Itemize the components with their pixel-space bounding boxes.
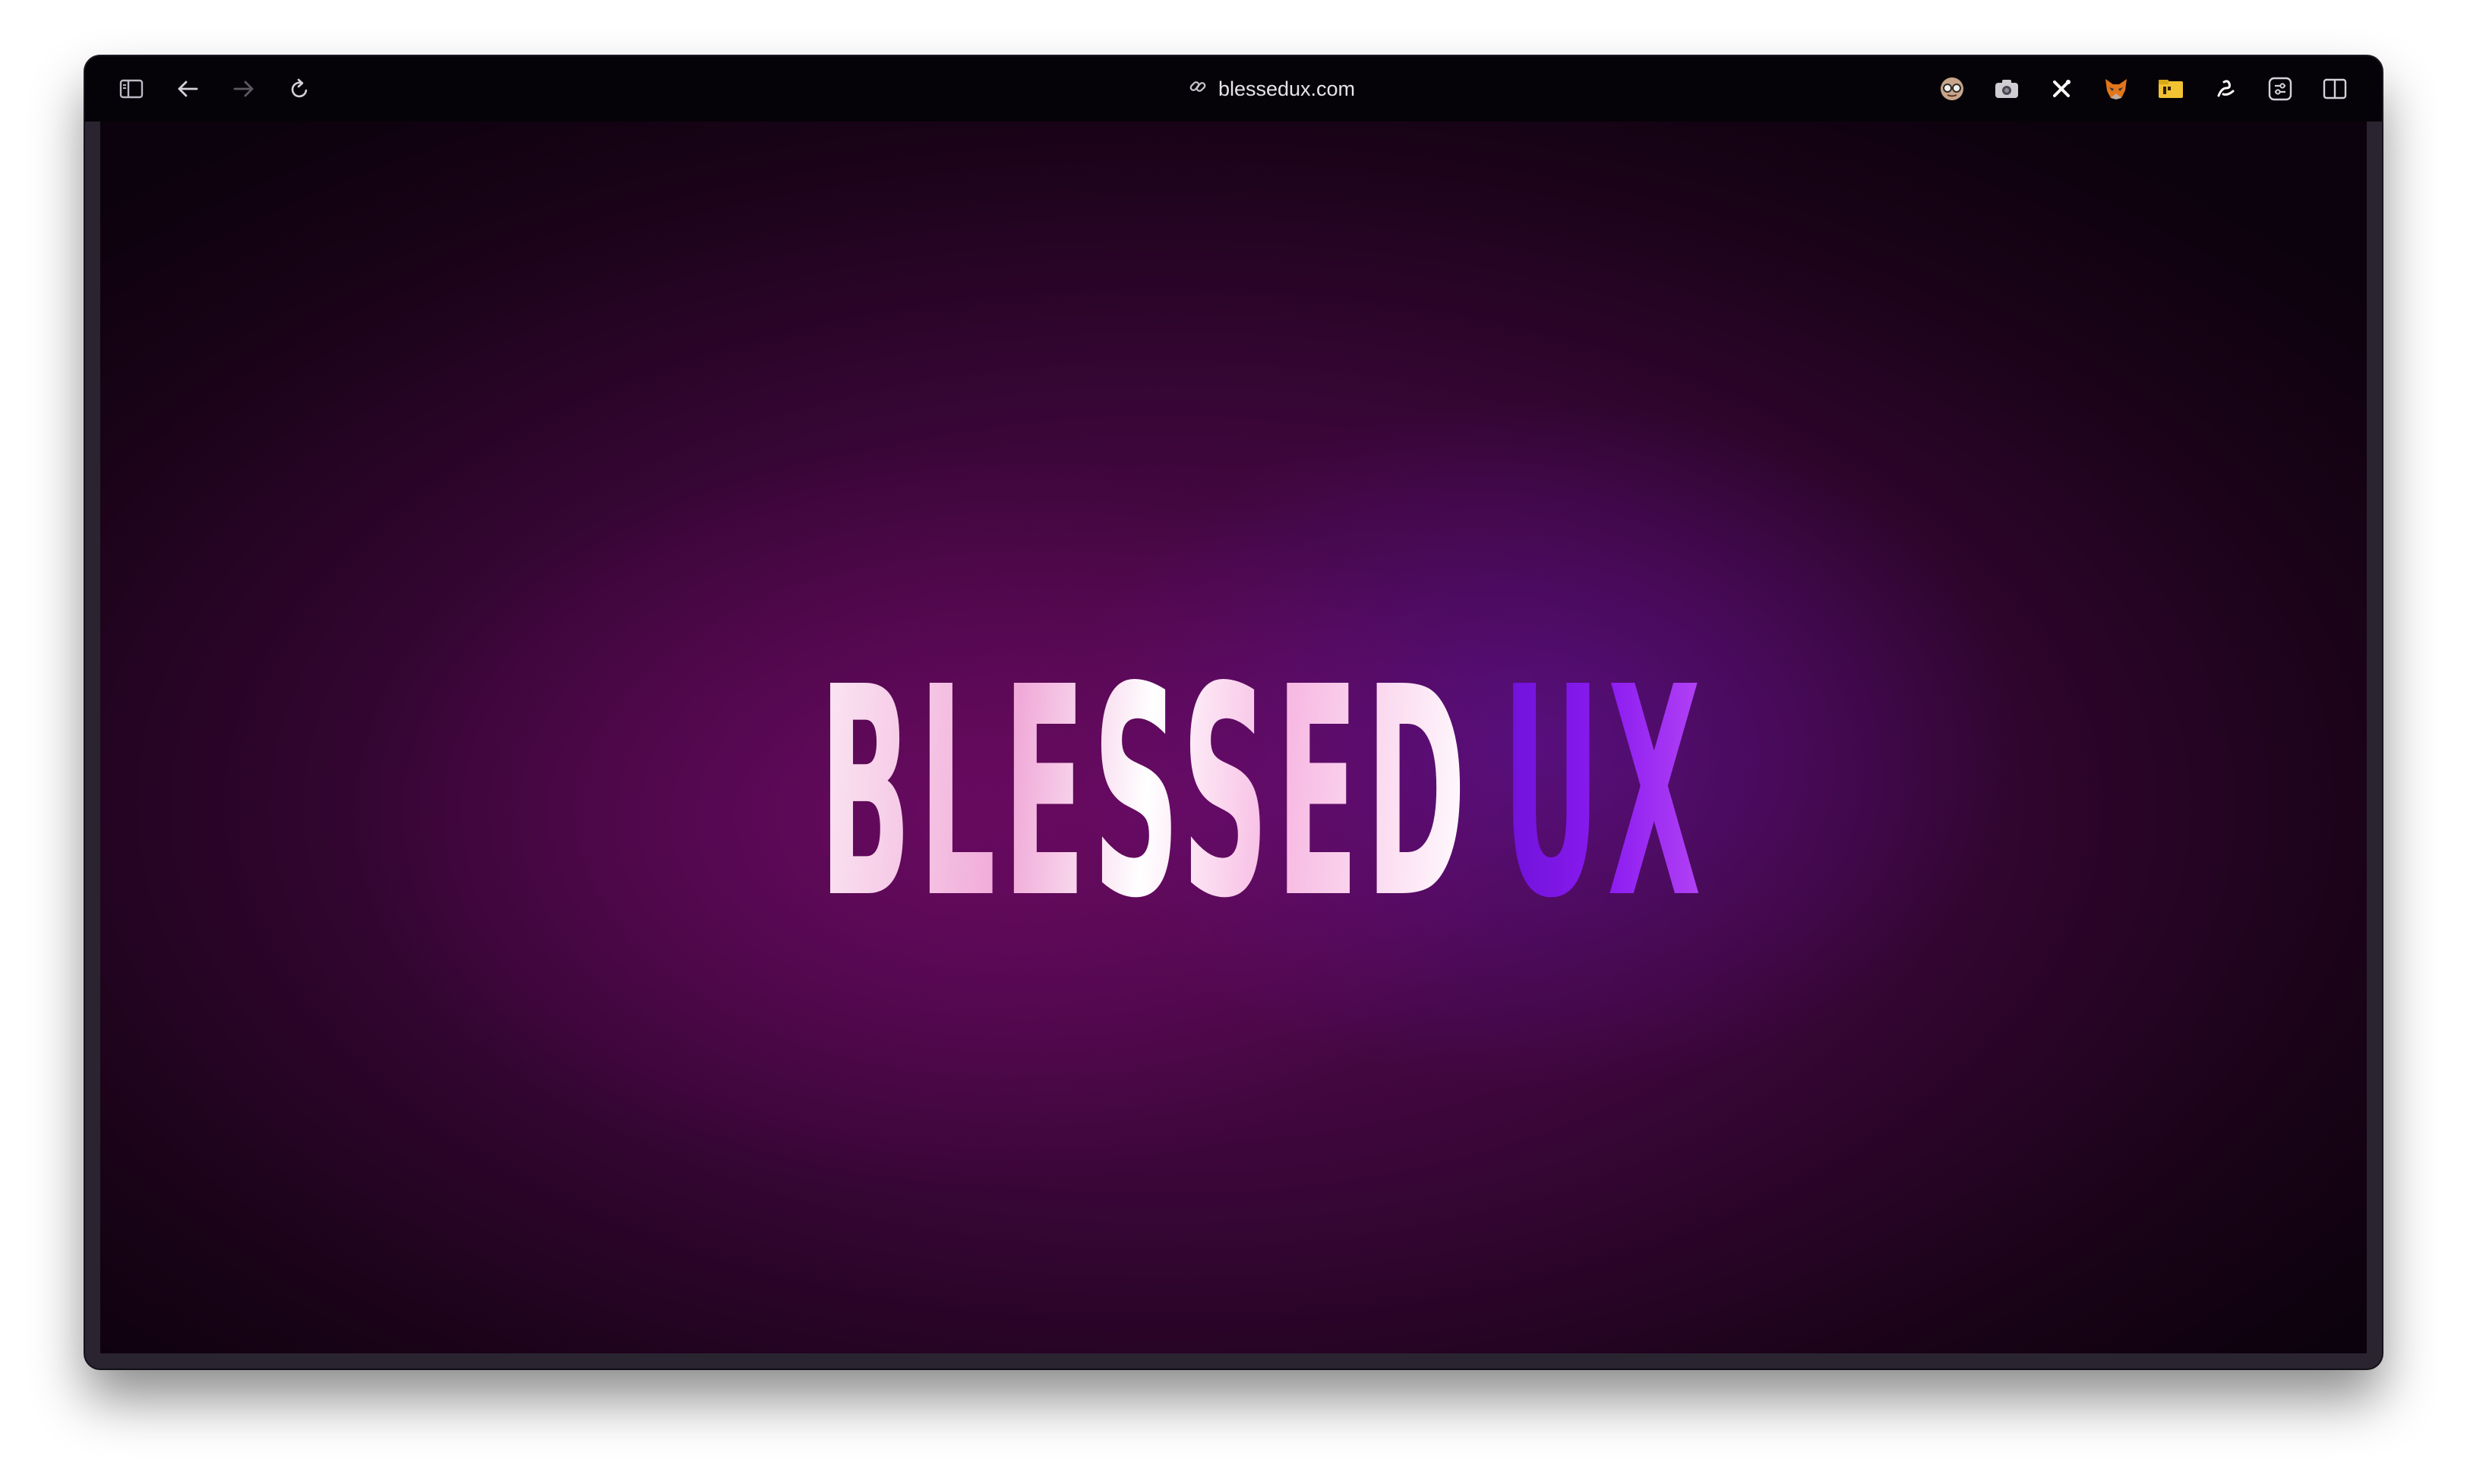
folder-icon[interactable] [2154,72,2187,106]
split-view-icon[interactable] [2318,72,2352,106]
address-bar[interactable]: blessedux.com [1120,70,1423,108]
reload-icon[interactable] [283,71,317,106]
sliders-icon[interactable] [2263,72,2297,106]
forward-arrow-icon[interactable] [226,71,261,106]
hero-section: BLESSED UX [100,122,2367,1353]
url-text: blessedux.com [1218,77,1356,100]
x-close-icon[interactable] [2045,72,2078,106]
logo-accent: UX [1502,625,1708,961]
logo-word: BLESSED [819,625,1474,961]
glasses-face-icon[interactable] [1935,72,1969,106]
browser-toolbar: blessedux.com [85,56,2382,122]
site-logo[interactable]: BLESSED UX [819,649,1701,938]
script-icon[interactable] [2209,72,2242,106]
link-icon [1188,77,1208,102]
back-arrow-icon[interactable] [170,71,205,106]
sidebar-icon[interactable] [114,71,149,106]
page-viewport: BLESSED UX [100,122,2367,1353]
fox-icon[interactable] [2099,72,2133,106]
camera-icon[interactable] [1990,72,2023,106]
browser-window: blessedux.com BLESSED UX [85,56,2382,1369]
